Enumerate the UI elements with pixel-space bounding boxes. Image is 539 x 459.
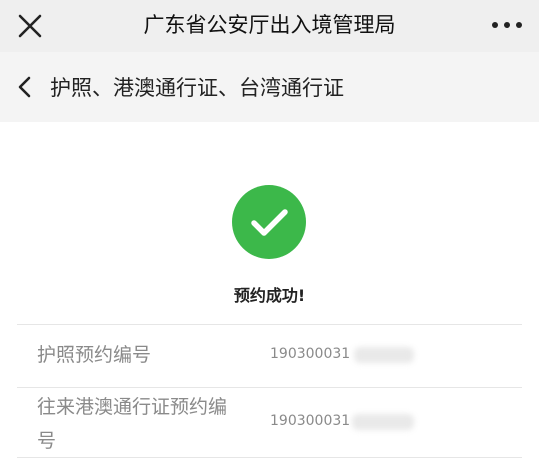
more-dots-icon bbox=[492, 22, 522, 28]
close-button[interactable] bbox=[14, 10, 46, 42]
more-button[interactable] bbox=[487, 10, 527, 40]
redaction-blur bbox=[354, 347, 414, 363]
sub-header: 护照、港澳通行证、台湾通行证 bbox=[0, 52, 539, 122]
check-mark-icon bbox=[251, 209, 288, 236]
check-circle-icon bbox=[232, 185, 306, 259]
page-title: 护照、港澳通行证、台湾通行证 bbox=[50, 76, 344, 100]
back-button[interactable] bbox=[12, 74, 38, 100]
app-title: 广东省公安厅出入境管理局 bbox=[143, 13, 396, 37]
divider bbox=[17, 324, 522, 325]
hk-macau-booking-label-line1: 往来港澳通行证预约编 bbox=[37, 396, 228, 418]
passport-booking-number: 190300031 bbox=[270, 346, 351, 362]
divider bbox=[17, 387, 522, 388]
divider bbox=[17, 457, 522, 458]
hk-macau-booking-number: 190300031 bbox=[270, 413, 351, 429]
success-message: 预约成功! bbox=[233, 286, 306, 305]
title-bar: 广东省公安厅出入境管理局 bbox=[0, 0, 539, 52]
chevron-left-icon bbox=[18, 76, 31, 98]
close-icon bbox=[18, 14, 42, 38]
passport-booking-label: 护照预约编号 bbox=[37, 344, 152, 366]
hk-macau-booking-label-line2: 号 bbox=[37, 430, 57, 452]
redaction-blur bbox=[352, 414, 414, 430]
